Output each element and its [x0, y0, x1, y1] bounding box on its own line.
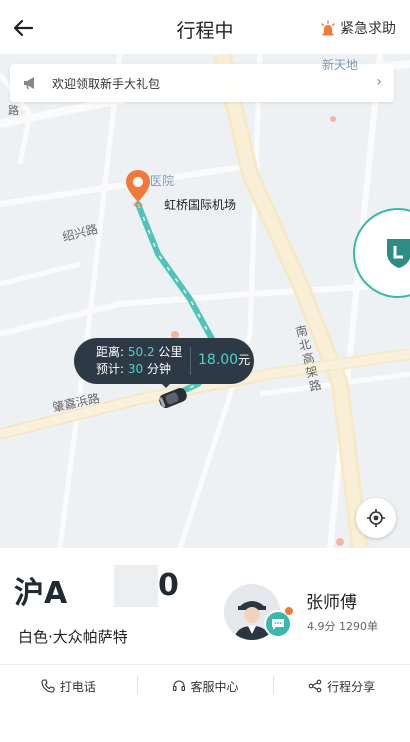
- eta-value: 30: [127, 362, 144, 376]
- alarm-light-icon: [321, 20, 335, 36]
- distance-unit: 公里: [158, 345, 183, 359]
- car-description: 白色·大众帕萨特: [18, 628, 128, 646]
- map-label-xintiandi: 新天地: [322, 58, 359, 72]
- share-trip-label: 行程分享: [327, 679, 376, 694]
- share-icon: [308, 679, 322, 693]
- customer-service-label: 客服中心: [190, 679, 239, 694]
- locate-icon: [367, 509, 385, 527]
- megaphone-icon: [24, 77, 34, 90]
- trip-info-bubble: 距离: 50.2 公里 预计: 30 分钟 18.00元: [74, 338, 254, 388]
- emergency-label: 紧急求助: [340, 21, 396, 37]
- phone-icon: [41, 679, 55, 693]
- trip-details-panel: 沪A 0 白色·大众帕萨特 张师傅 4.9分 1290单 打电话 客服中心 行程…: [0, 548, 410, 742]
- customer-service-button[interactable]: 客服中心: [136, 666, 274, 706]
- emergency-button[interactable]: 紧急求助: [320, 18, 396, 38]
- locate-me-button[interactable]: [356, 498, 396, 538]
- destination-label: 虹桥国际机场: [164, 198, 237, 212]
- bubble-tail: [160, 382, 172, 388]
- map-canvas: [0, 54, 410, 548]
- distance-value: 50.2: [127, 345, 155, 359]
- driver-rating: 4.9分 1290单: [307, 620, 378, 633]
- map-view[interactable]: 欢迎领取新手大礼包 › 新天地 路 医院 虹桥国际机场 绍兴路 肇嘉浜路 南北高…: [0, 54, 410, 548]
- chevron-right-icon: ›: [376, 74, 382, 90]
- chat-icon: [272, 619, 284, 630]
- eta-unit: 分钟: [146, 362, 171, 376]
- distance-label: 距离:: [96, 345, 125, 359]
- headset-icon: [172, 680, 185, 692]
- share-trip-button[interactable]: 行程分享: [273, 666, 410, 706]
- license-plate-mask: [114, 565, 158, 607]
- action-bar: 打电话 客服中心 行程分享: [0, 666, 410, 706]
- promo-text: 欢迎领取新手大礼包: [52, 76, 161, 91]
- license-plate-suffix: 0: [158, 568, 179, 603]
- car-icon: [159, 388, 187, 408]
- panel-divider: [0, 664, 410, 665]
- fare-value: 18.00: [198, 352, 239, 368]
- map-label-top-left: 路: [8, 104, 19, 117]
- call-button[interactable]: 打电话: [0, 666, 137, 706]
- bubble-divider: [190, 347, 191, 375]
- driver-name: 张师傅: [306, 593, 357, 613]
- eta-label: 预计:: [96, 362, 125, 376]
- destination-pin-icon: [126, 170, 150, 207]
- map-label-hospital: 医院: [150, 174, 175, 188]
- unread-dot: [284, 606, 294, 616]
- fare-estimate: 18.00元: [198, 351, 250, 368]
- top-bar: 行程中 紧急求助: [0, 0, 410, 54]
- call-label: 打电话: [59, 679, 96, 694]
- shield-icon: [387, 239, 410, 268]
- license-plate-prefix: 沪A: [14, 576, 68, 611]
- fare-unit: 元: [238, 353, 251, 367]
